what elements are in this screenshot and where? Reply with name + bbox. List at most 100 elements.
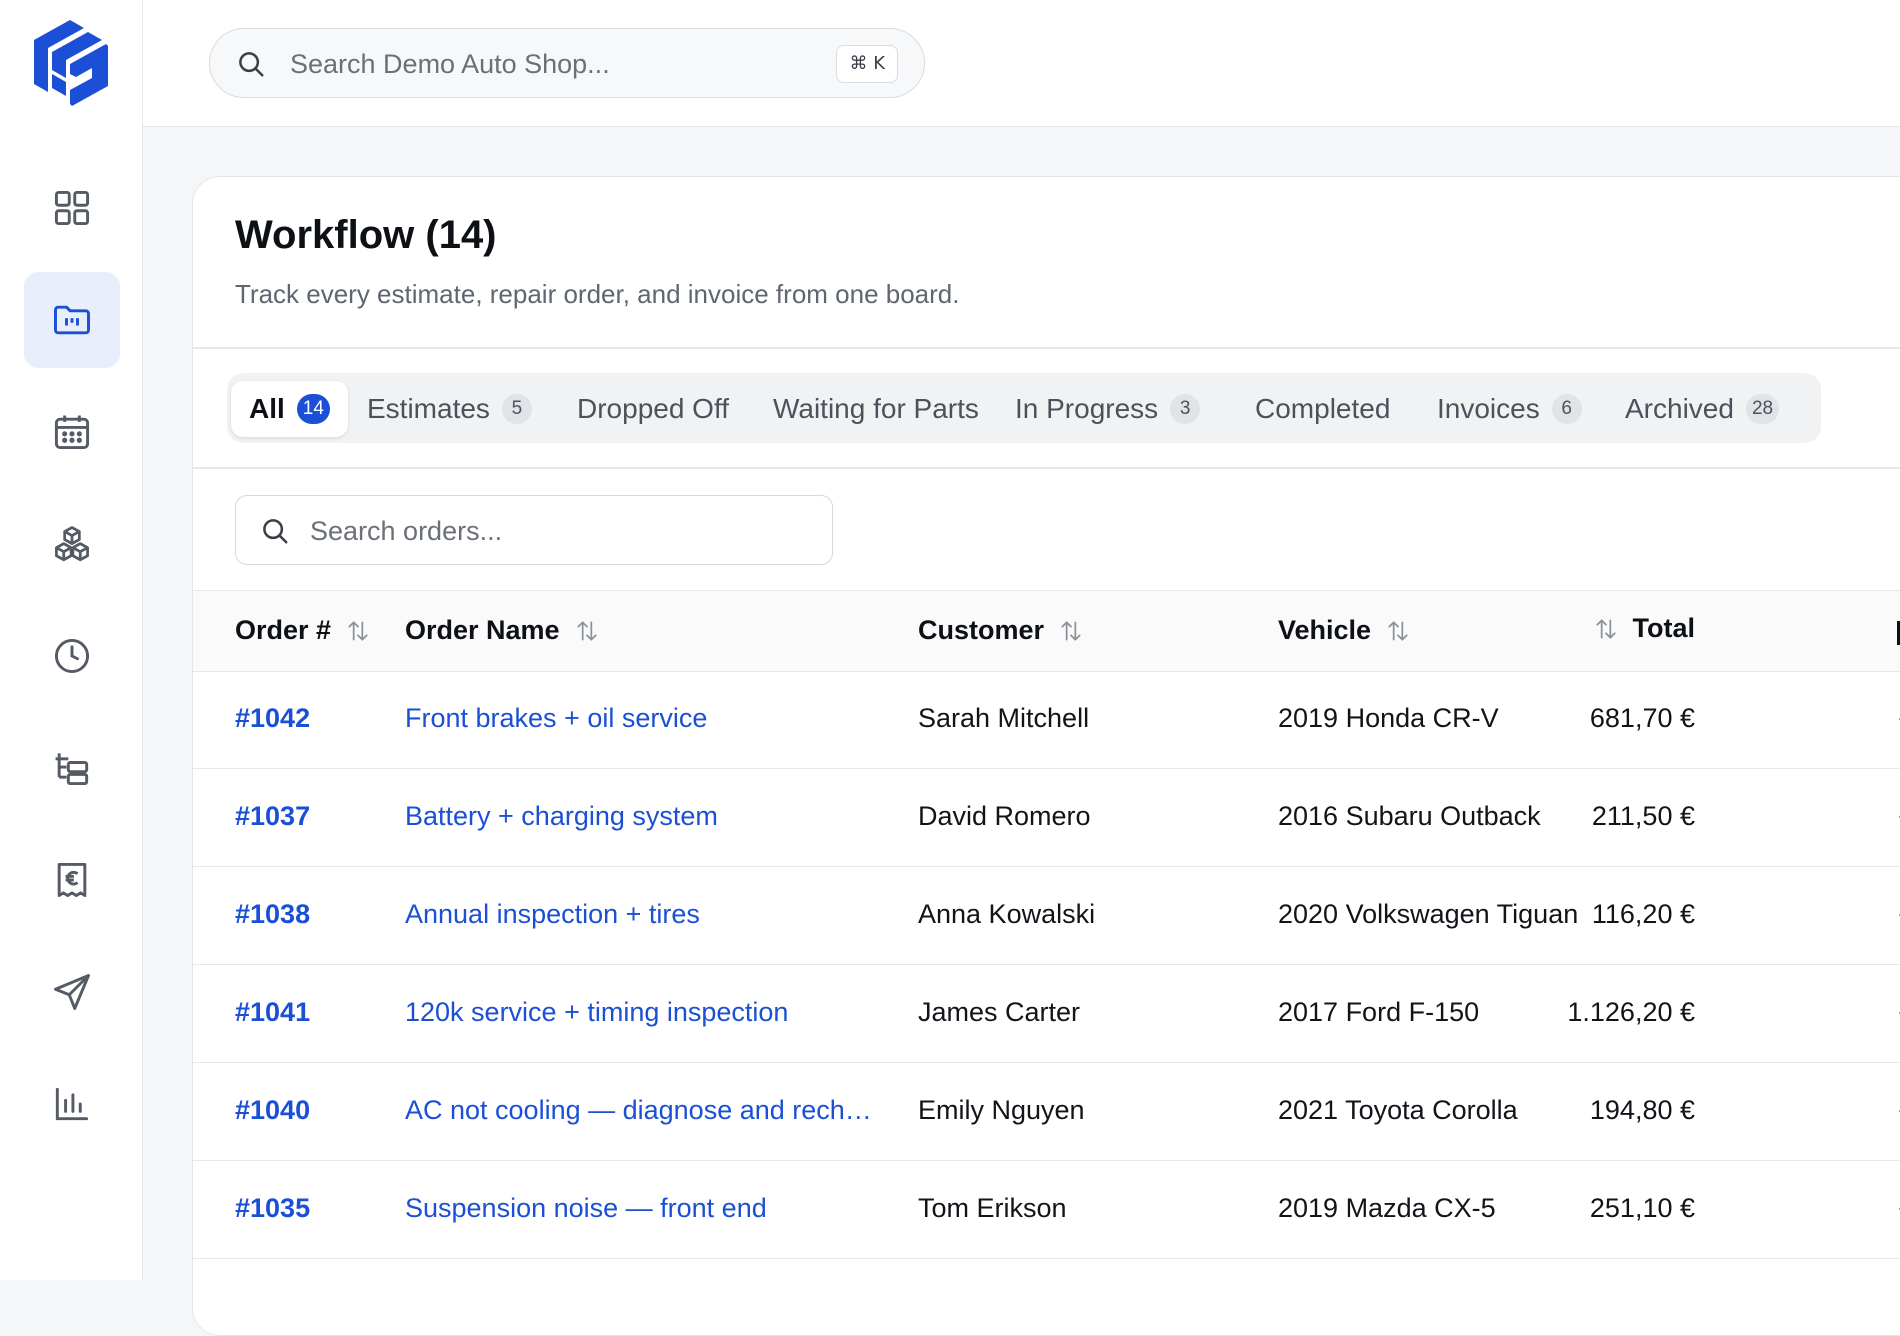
column-header-order-name[interactable]: Order Name	[405, 615, 600, 646]
customer-name: Sarah Mitchell	[918, 703, 1090, 733]
tab-count-badge: 14	[296, 394, 330, 424]
brand-logo-icon[interactable]	[30, 18, 112, 108]
order-number-link[interactable]: #1041	[235, 997, 310, 1028]
tab-label: In Progress	[1015, 393, 1159, 424]
sidebar	[0, 0, 143, 1280]
divider	[193, 347, 1900, 349]
table-row[interactable]: #1037 Battery + charging system David Ro…	[193, 769, 1900, 867]
workflow-card: Workflow (14) Track every estimate, repa…	[192, 176, 1900, 1336]
column-label: Customer	[918, 615, 1045, 645]
nav-calendar[interactable]	[24, 384, 120, 480]
table-header: Order # Order Name Customer Vehicle Tota…	[193, 590, 1900, 672]
global-search-placeholder: Search Demo Auto Shop...	[290, 49, 610, 79]
column-header-total[interactable]: Total	[1593, 613, 1696, 644]
order-name-link[interactable]: Front brakes + oil service	[405, 703, 707, 734]
customer-name: Anna Kowalski	[918, 899, 1096, 929]
vehicle-name: 2021 Toyota Corolla	[1278, 1095, 1518, 1125]
order-search-placeholder: Search orders...	[310, 516, 503, 546]
order-number-link[interactable]: #1042	[235, 703, 310, 734]
table-row[interactable]: #1042 Front brakes + oil service Sarah M…	[193, 671, 1900, 769]
order-total: 681,70 €	[1589, 703, 1695, 733]
column-label: Order Name	[405, 615, 560, 645]
column-header-customer[interactable]: Customer	[918, 615, 1084, 646]
order-name-link[interactable]: Annual inspection + tires	[405, 899, 700, 930]
nav-reports[interactable]	[24, 1056, 120, 1152]
page-subtitle: Track every estimate, repair order, and …	[235, 279, 960, 309]
order-number-link[interactable]: #1038	[235, 899, 310, 930]
nav-workflow[interactable]	[24, 272, 120, 368]
order-total: 251,10 €	[1589, 1193, 1695, 1223]
column-label: Total	[1632, 613, 1696, 643]
vehicle-name: 2020 Volkswagen Tiguan	[1278, 899, 1579, 929]
hierarchy-icon	[55, 753, 89, 786]
order-total: 1.126,20 €	[1567, 997, 1695, 1027]
order-name-link[interactable]: AC not cooling — diagnose and recharge	[405, 1095, 885, 1126]
order-name-link[interactable]: Suspension noise — front end	[405, 1193, 767, 1224]
order-number-link[interactable]: #1035	[235, 1193, 310, 1224]
search-icon	[239, 52, 264, 77]
customer-name: David Romero	[918, 801, 1091, 831]
tab-invoices[interactable]: Invoices 6	[1437, 381, 1582, 437]
reports-chart-icon	[55, 1087, 89, 1121]
nav-inventory[interactable]	[24, 496, 120, 592]
order-number-link[interactable]: #1037	[235, 801, 310, 832]
tab-count-badge: 28	[1745, 394, 1780, 424]
tab-archived[interactable]: Archived 28	[1625, 381, 1780, 437]
shortcut-badge: ⌘ K	[836, 45, 898, 83]
send-icon	[54, 974, 90, 1010]
tab-all[interactable]: All 14	[231, 381, 348, 437]
tab-estimates[interactable]: Estimates 5	[367, 381, 532, 437]
order-number-link[interactable]: #1040	[235, 1095, 310, 1126]
tab-in-progress[interactable]: In Progress 3	[1015, 381, 1201, 437]
column-label: Vehicle	[1278, 615, 1372, 645]
table-row[interactable]: #1035 Suspension noise — front end Tom E…	[193, 1161, 1900, 1259]
tab-label: Estimates	[367, 393, 490, 424]
tab-label: Archived	[1625, 393, 1734, 424]
customer-name: Tom Erikson	[918, 1193, 1067, 1223]
order-total: 116,20 €	[1591, 899, 1695, 929]
vehicle-name: 2016 Subaru Outback	[1278, 801, 1541, 831]
column-header-vehicle[interactable]: Vehicle	[1278, 615, 1411, 646]
tab-label: Invoices	[1437, 393, 1540, 424]
inventory-boxes-icon	[55, 526, 89, 562]
nav-invoices[interactable]	[24, 832, 120, 928]
table-row[interactable]: #1040 AC not cooling — diagnose and rech…	[193, 1063, 1900, 1161]
order-search-input[interactable]: Search orders...	[235, 495, 833, 565]
clock-icon	[54, 638, 90, 674]
tab-count-badge: 3	[1170, 394, 1201, 424]
workflow-folder-icon	[54, 305, 90, 335]
tab-count-badge: 5	[501, 394, 532, 424]
tab-label: All	[249, 393, 285, 424]
top-bar: Search Demo Auto Shop... ⌘ K	[143, 0, 1900, 127]
tab-label: Waiting for Parts	[773, 393, 979, 424]
tab-waiting-for-parts[interactable]: Waiting for Parts	[773, 381, 979, 437]
order-name-link[interactable]: 120k service + timing inspection	[405, 997, 788, 1028]
status-tabs: All 14 Estimates 5 Dropped Off Waiting f…	[227, 373, 1821, 443]
global-search-input[interactable]: Search Demo Auto Shop... ⌘ K	[209, 28, 925, 98]
nav-messages[interactable]	[24, 944, 120, 1040]
page-title: Workflow (14)	[235, 213, 497, 257]
nav-time[interactable]	[24, 608, 120, 704]
customer-name: James Carter	[918, 997, 1081, 1027]
calendar-icon	[54, 415, 90, 450]
search-icon	[263, 519, 288, 544]
table-row[interactable]: #1041 120k service + timing inspection J…	[193, 965, 1900, 1063]
order-total: 194,80 €	[1589, 1095, 1695, 1125]
column-label: Order #	[235, 615, 332, 645]
sort-icon	[1061, 620, 1081, 641]
divider	[193, 467, 1900, 469]
tab-label: Dropped Off	[577, 393, 730, 424]
column-header-order[interactable]: Order #	[235, 615, 371, 646]
sort-icon	[348, 620, 368, 641]
sort-icon	[1595, 618, 1616, 639]
customer-name: Emily Nguyen	[918, 1095, 1085, 1125]
tab-label: Completed	[1255, 393, 1391, 424]
order-name-link[interactable]: Battery + charging system	[405, 801, 718, 832]
nav-hierarchy[interactable]	[24, 720, 120, 816]
vehicle-name: 2019 Honda CR-V	[1278, 703, 1499, 733]
euro-receipt-icon	[57, 862, 87, 898]
tab-dropped-off[interactable]: Dropped Off	[577, 381, 729, 437]
table-row[interactable]: #1038 Annual inspection + tires Anna Kow…	[193, 867, 1900, 965]
tab-completed[interactable]: Completed	[1255, 381, 1390, 437]
nav-dashboard[interactable]	[24, 160, 120, 256]
